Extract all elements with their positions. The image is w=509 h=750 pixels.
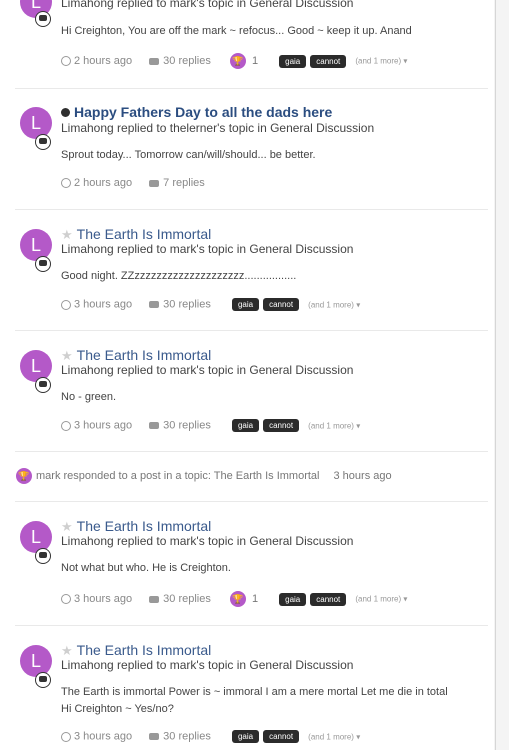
divider <box>15 209 488 210</box>
star-icon[interactable]: ★ <box>61 519 73 534</box>
more-tags[interactable]: (and 1 more) ▾ <box>355 594 408 604</box>
speech-bubble-icon <box>35 548 51 564</box>
activity-line: 🏆 mark responded to a post in a topic: Th… <box>16 468 392 484</box>
item-title[interactable]: ★ The Earth Is Immortal <box>61 226 211 243</box>
item-replies[interactable]: 7 replies <box>163 177 205 189</box>
more-tags[interactable]: (and 1 more) ▾ <box>355 56 408 66</box>
tag-gaia[interactable]: gaia <box>279 54 307 68</box>
item-meta: 3 hours ago 30 replies gaia cannot (and 1… <box>61 298 360 314</box>
item-time[interactable]: 2 hours ago <box>74 55 132 67</box>
item-subtitle[interactable]: Limahong replied to mark's topic in Gene… <box>61 0 353 10</box>
star-icon[interactable]: ★ <box>61 348 73 363</box>
comment-icon <box>149 595 160 603</box>
item-time[interactable]: 3 hours ago <box>74 593 132 605</box>
unread-dot-icon <box>61 108 70 117</box>
item-subtitle[interactable]: Limahong replied to thelerner's topic in… <box>61 121 374 135</box>
item-replies[interactable]: 30 replies <box>163 593 211 605</box>
item-meta: 2 hours ago 30 replies 🏆 1 gaia cannot (an… <box>61 53 407 69</box>
item-replies[interactable]: 30 replies <box>163 299 211 311</box>
caret-down-icon: ▾ <box>356 300 361 310</box>
caret-down-icon: ▾ <box>403 594 408 604</box>
tag-cannot[interactable]: cannot <box>263 730 300 743</box>
speech-bubble-icon <box>35 11 51 27</box>
right-scroll-rail[interactable] <box>494 0 509 750</box>
item-title[interactable]: Happy Fathers Day to all the dads here <box>61 104 332 120</box>
tag-gaia[interactable]: gaia <box>231 419 260 432</box>
tag-cannot[interactable]: cannot <box>263 419 300 432</box>
clock-icon <box>61 731 71 742</box>
caret-down-icon: ▾ <box>356 732 361 742</box>
item-time[interactable]: 2 hours ago <box>74 177 132 189</box>
item-subtitle[interactable]: Limahong replied to mark's topic in Gene… <box>61 363 353 377</box>
star-icon[interactable]: ★ <box>61 227 73 242</box>
trophy-icon[interactable]: 🏆 <box>229 591 246 607</box>
more-tags[interactable]: (and 1 more) ▾ <box>308 421 360 430</box>
item-meta: 3 hours ago 30 replies 🏆 1 gaia cannot (an… <box>61 591 407 607</box>
clock-icon <box>61 594 71 604</box>
item-replies[interactable]: 30 replies <box>163 420 211 432</box>
trophy-icon: 🏆 <box>16 468 32 484</box>
item-subtitle[interactable]: Limahong replied to mark's topic in Gene… <box>61 534 353 548</box>
item-subtitle[interactable]: Limahong replied to mark's topic in Gene… <box>61 658 353 672</box>
item-body: Hi Creighton, You are off the mark ~ ref… <box>61 25 412 37</box>
tag-gaia[interactable]: gaia <box>231 298 260 311</box>
item-meta: 2 hours ago 7 replies <box>61 177 205 193</box>
divider <box>15 330 488 331</box>
divider <box>15 88 488 89</box>
speech-bubble-icon <box>35 256 51 272</box>
item-body: The Earth is immortal Power is ~ immoral… <box>61 686 448 715</box>
more-tags[interactable]: (and 1 more) ▾ <box>308 300 360 309</box>
item-time[interactable]: 3 hours ago <box>74 731 132 743</box>
item-replies[interactable]: 30 replies <box>163 731 211 743</box>
comment-icon <box>149 179 160 187</box>
more-tags[interactable]: (and 1 more) ▾ <box>308 732 360 741</box>
tag-cannot[interactable]: cannot <box>310 54 347 68</box>
divider <box>15 625 488 626</box>
item-time[interactable]: 3 hours ago <box>74 299 132 311</box>
item-meta: 3 hours ago 30 replies gaia cannot (and 1… <box>61 419 360 435</box>
rail-divider <box>495 0 496 750</box>
divider <box>15 501 488 502</box>
item-subtitle[interactable]: Limahong replied to mark's topic in Gene… <box>61 242 353 256</box>
comment-icon <box>149 733 160 740</box>
activity-feed: L Limahong replied to mark's topic in Ge… <box>0 0 494 750</box>
item-meta: 3 hours ago 30 replies gaia cannot (and 1… <box>61 730 360 746</box>
item-time[interactable]: 3 hours ago <box>74 420 132 432</box>
caret-down-icon: ▾ <box>356 421 361 431</box>
item-title[interactable]: ★ The Earth Is Immortal <box>61 518 211 535</box>
item-title[interactable]: ★ The Earth Is Immortal <box>61 347 211 364</box>
activity-time[interactable]: 3 hours ago <box>334 470 392 482</box>
caret-down-icon: ▾ <box>403 56 408 66</box>
speech-bubble-icon <box>35 672 51 688</box>
speech-bubble-icon <box>35 134 51 150</box>
item-body: No - green. <box>61 391 117 403</box>
trophy-icon[interactable]: 🏆 <box>229 53 246 69</box>
trophy-count: 1 <box>251 55 259 67</box>
item-title[interactable]: ★ The Earth Is Immortal <box>61 642 211 659</box>
star-icon[interactable]: ★ <box>61 643 73 658</box>
comment-icon <box>149 57 160 65</box>
item-replies[interactable]: 30 replies <box>163 55 211 67</box>
speech-bubble-icon <box>35 377 51 393</box>
tag-cannot[interactable]: cannot <box>310 592 347 606</box>
activity-text[interactable]: mark responded to a post in a topic: The… <box>36 470 320 482</box>
item-body: Not what but who. He is Creighton. <box>61 562 231 574</box>
clock-icon <box>61 56 71 66</box>
tag-cannot[interactable]: cannot <box>263 298 300 311</box>
clock-icon <box>61 299 71 310</box>
trophy-count: 1 <box>251 593 259 605</box>
divider <box>15 451 488 452</box>
item-body: Sprout today... Tomorrow can/will/should… <box>61 149 316 161</box>
clock-icon <box>61 420 71 431</box>
tag-gaia[interactable]: gaia <box>279 592 307 606</box>
tag-gaia[interactable]: gaia <box>231 730 260 743</box>
comment-icon <box>149 301 160 308</box>
item-body: Good night. ZZzzzzzzzzzzzzzzzzzzzz......… <box>61 270 297 282</box>
clock-icon <box>61 178 71 189</box>
comment-icon <box>149 422 160 429</box>
